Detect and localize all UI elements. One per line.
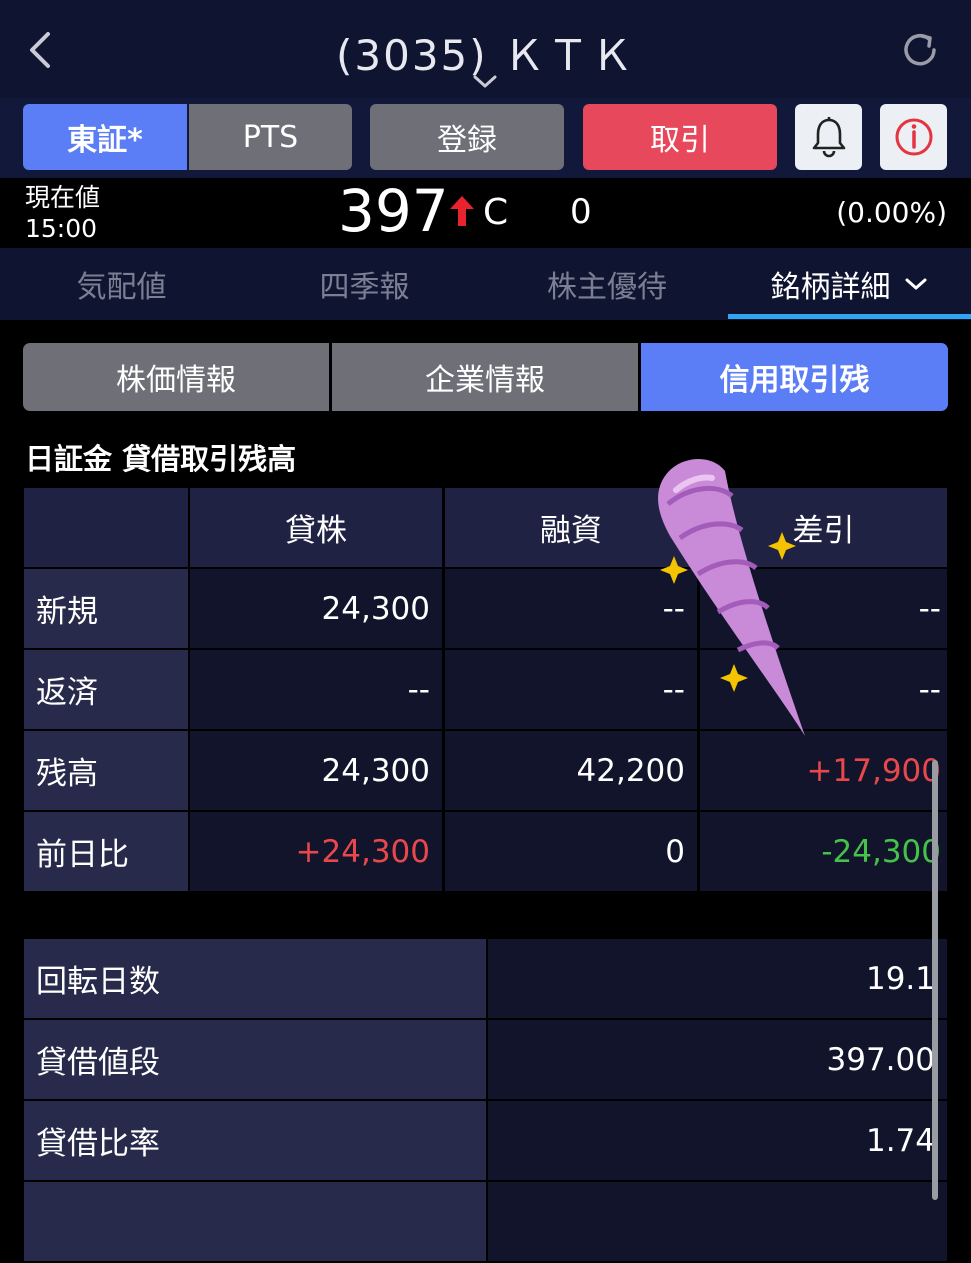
tab-shikiho[interactable]: 四季報 xyxy=(243,248,486,320)
stats-value: 1.74 xyxy=(488,1101,947,1180)
tab-stock-detail-label: 銘柄詳細 xyxy=(770,270,891,305)
price-bar: 現在値 15:00 397 C 0 (0.00%) xyxy=(0,177,971,248)
current-price: 397 xyxy=(338,177,449,245)
cell-lend: 24,300 xyxy=(190,731,442,810)
stats-row: 貸借比率 1.74 xyxy=(24,1101,947,1180)
stats-value: 397.00 xyxy=(488,1020,947,1099)
section-title: 日証金 貸借取引残高 xyxy=(25,442,297,476)
close-flag: C xyxy=(483,192,509,233)
cell-lend: 24,300 xyxy=(190,569,442,648)
up-arrow-icon xyxy=(450,196,474,226)
cell-loan: 0 xyxy=(445,812,697,891)
stats-value-partial xyxy=(488,1182,947,1261)
stats-label: 回転日数 xyxy=(24,939,486,1018)
cell-diff: -24,300 xyxy=(700,812,947,891)
alert-button[interactable] xyxy=(795,104,862,170)
scrollbar[interactable] xyxy=(932,760,938,1200)
segment-stock-info[interactable]: 株価情報 xyxy=(23,343,329,411)
price-label: 現在値 xyxy=(25,183,101,212)
header-lend: 貸株 xyxy=(190,488,442,567)
row-label: 前日比 xyxy=(24,812,188,891)
navigation-bar: (3035) ＫＴＫ xyxy=(0,0,971,98)
tab-stock-detail[interactable]: 銘柄詳細 xyxy=(728,248,971,320)
stats-value: 19.1 xyxy=(488,939,947,1018)
pts-button[interactable]: PTS xyxy=(189,104,352,170)
stats-table: 回転日数 19.1 貸借値段 397.00 貸借比率 1.74 xyxy=(24,939,947,1263)
cell-lend: +24,300 xyxy=(190,812,442,891)
price-time: 15:00 xyxy=(25,214,98,243)
price-change: 0 xyxy=(570,192,592,232)
action-toolbar: 東証* PTS 登録 取引 xyxy=(0,98,971,178)
stats-label: 貸借比率 xyxy=(24,1101,486,1180)
tab-bar: 気配値 四季報 株主優待 銘柄詳細 xyxy=(0,248,971,320)
tab-quotes[interactable]: 気配値 xyxy=(0,248,243,320)
unicorn-horn-sticker xyxy=(658,459,805,736)
price-change-percent: (0.00%) xyxy=(836,196,947,229)
tab-benefits[interactable]: 株主優待 xyxy=(486,248,728,320)
tosho-button[interactable]: 東証* xyxy=(23,104,187,170)
table-row: 前日比 +24,300 0 -24,300 xyxy=(24,812,947,891)
row-label: 新規 xyxy=(24,569,188,648)
info-icon xyxy=(895,118,932,156)
row-label: 返済 xyxy=(24,650,188,729)
stats-row xyxy=(24,1182,947,1261)
header-blank xyxy=(24,488,188,567)
chevron-down-icon[interactable] xyxy=(472,74,498,90)
cell-lend: -- xyxy=(190,650,442,729)
info-button[interactable] xyxy=(880,104,947,170)
segment-margin-balance[interactable]: 信用取引残 xyxy=(641,343,948,411)
active-tab-indicator xyxy=(728,314,971,319)
reload-icon[interactable] xyxy=(898,28,942,72)
trade-button[interactable]: 取引 xyxy=(583,104,777,170)
stats-label: 貸借値段 xyxy=(24,1020,486,1099)
row-label: 残高 xyxy=(24,731,188,810)
bell-icon xyxy=(812,117,845,158)
stats-label-partial xyxy=(24,1182,486,1261)
stats-row: 貸借値段 397.00 xyxy=(24,1020,947,1099)
register-button[interactable]: 登録 xyxy=(370,104,564,170)
chevron-down-icon xyxy=(905,278,926,290)
stats-row: 回転日数 19.1 xyxy=(24,939,947,1018)
segment-company-info[interactable]: 企業情報 xyxy=(332,343,638,411)
